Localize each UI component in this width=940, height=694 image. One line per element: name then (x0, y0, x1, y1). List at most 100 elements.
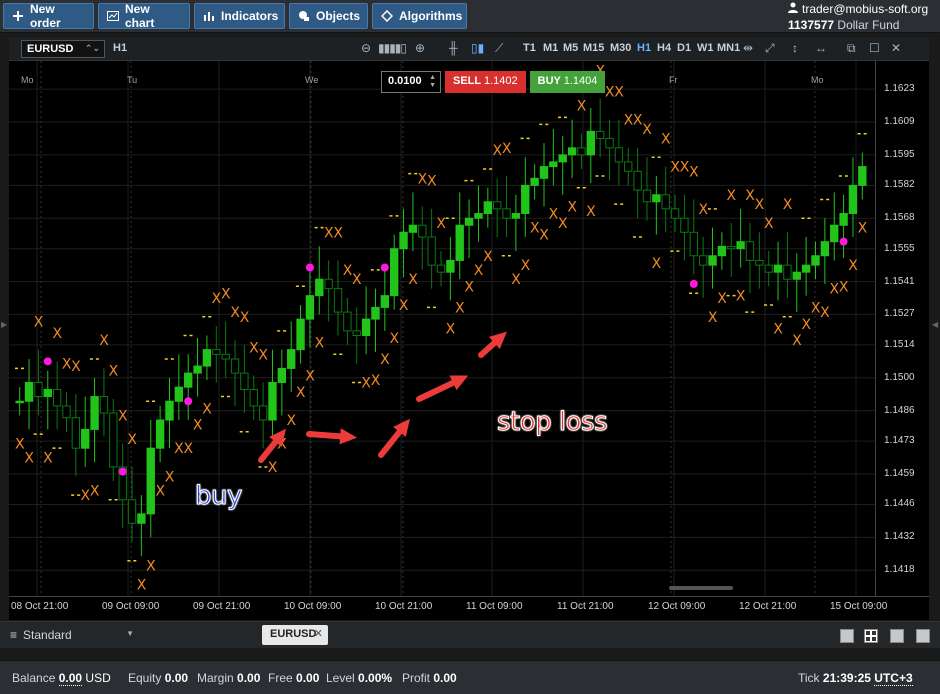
candle-body (436, 264, 446, 273)
close-tab-icon[interactable]: ✕ (314, 627, 323, 640)
sar-marker: X (521, 258, 531, 274)
new-chart-button[interactable]: New chart (98, 2, 190, 30)
chart-scrollbar[interactable] (669, 586, 733, 590)
account-number: 1137577 (788, 18, 835, 32)
sell-button[interactable]: SELL 1.1402 (445, 71, 526, 93)
sar-marker: X (165, 469, 175, 485)
layout-single-icon[interactable] (840, 629, 854, 643)
candle-type-icon[interactable]: ▯▮ (471, 41, 484, 55)
maximize-icon[interactable]: ☐ (869, 41, 880, 55)
candle-body (595, 130, 605, 139)
candlestick-chart[interactable]: XXXXXX XX XXXXXXXXXX XXXX XX XX XXXXXXX XXXX XXX… (9, 61, 875, 596)
bar-type-icon[interactable]: ╫ (449, 41, 458, 55)
close-chart-icon[interactable]: ✕ (891, 41, 901, 55)
chart-window: EURUSD ⌃⌄ H1 ⊖ ▮▮▮▮▯ ⊕ ╫ ▯▮ ⟋ T1 M1 M5 M15 M3… (9, 37, 929, 620)
vertical-line-icon[interactable]: ↕ (792, 41, 798, 55)
candle-body (109, 412, 118, 468)
account-statusbar: Balance 0.00 USD Equity 0.00 Margin 0.00… (0, 660, 940, 694)
algorithms-button[interactable]: Algorithms (372, 3, 467, 29)
sar-marker: X (446, 322, 456, 338)
zoom-out-icon[interactable]: ⊖ (361, 41, 371, 55)
sar-marker: X (783, 197, 793, 213)
candle-body (474, 213, 483, 219)
timeframe-mn1[interactable]: MN1 (717, 42, 740, 54)
sar-marker: X (371, 373, 381, 389)
candle-body (698, 255, 708, 266)
chart-plot-area[interactable]: XXXXXXXXXXXXXXXXXXXXXXXXXXXXXXXXXXXXXXXX… (9, 61, 875, 596)
price-tick-label: 1.1623 (884, 83, 915, 95)
candle-body (15, 400, 24, 404)
layout-grid-icon[interactable] (864, 629, 878, 643)
price-tick-label: 1.1527 (884, 308, 915, 320)
timeframe-m5[interactable]: M5 (563, 42, 578, 54)
account-email: trader@mobius-soft.org (802, 2, 929, 16)
timeframe-h4[interactable]: H4 (657, 42, 671, 54)
timeframe-t1[interactable]: T1 (523, 42, 536, 54)
chart-icon (107, 10, 119, 22)
objects-label: Objects (316, 9, 361, 23)
line-type-icon[interactable]: ⟋ (495, 41, 503, 56)
time-axis[interactable]: 08 Oct 21:00 09 Oct 09:00 09 Oct 21:00 10 O… (9, 596, 929, 620)
timeframe-d1[interactable]: D1 (677, 42, 691, 54)
sar-marker: X (333, 225, 343, 241)
sar-marker: X (801, 317, 811, 333)
symbol-select[interactable]: EURUSD ⌃⌄ (21, 40, 105, 58)
candle-body (324, 278, 333, 290)
account-info[interactable]: trader@mobius-soft.org 1137577 Dollar Fu… (788, 2, 934, 32)
trend-arrow-head (339, 428, 357, 445)
popout-icon[interactable]: ⧉ (847, 41, 856, 56)
layout-rows-icon[interactable] (916, 629, 930, 643)
layout-select[interactable]: ≡ Standard ▼ (0, 622, 252, 648)
candle-body (708, 255, 717, 266)
indicators-label: Indicators (221, 9, 279, 23)
chevron-down-icon: ▼ (126, 629, 134, 638)
objects-button[interactable]: Objects (289, 3, 368, 29)
timeframe-h1[interactable]: H1 (637, 42, 651, 54)
chart-tab-eurusd[interactable]: EURUSD ✕ (262, 625, 328, 645)
candle-body (315, 278, 324, 297)
candle-body (521, 184, 530, 215)
candle-body (146, 447, 155, 515)
candle-body (71, 417, 81, 449)
time-tick-label: 10 Oct 09:00 (284, 601, 342, 612)
candle-body (240, 372, 249, 391)
time-tick-label: 11 Oct 21:00 (557, 601, 614, 612)
timeframe-m15[interactable]: M15 (583, 42, 604, 54)
candle-body (633, 170, 642, 191)
candle-body (455, 224, 464, 261)
timeframe-m1[interactable]: M1 (543, 42, 558, 54)
crosshair-icon[interactable]: ⇹ (743, 41, 753, 55)
layout-columns-icon[interactable] (890, 629, 904, 643)
lot-size-input[interactable]: 0.0100 ▲ ▼ (381, 71, 441, 93)
equity-value: 0.00 (164, 671, 189, 685)
signal-dot (380, 263, 389, 272)
sar-marker: X (483, 249, 493, 265)
expand-icon[interactable]: ⤢ (765, 41, 775, 56)
price-tick-label: 1.1432 (884, 531, 915, 543)
right-panel-handle-icon[interactable]: ◀ (932, 320, 938, 334)
price-axis[interactable]: 1.1623 1.1609 1.1595 1.1582 1.1568 1.1555 1.15… (875, 61, 929, 596)
buy-button[interactable]: BUY 1.1404 (529, 71, 606, 93)
sar-marker: X (689, 164, 699, 180)
timezone-select[interactable]: UTC+3 (874, 671, 913, 686)
one-click-trade: 0.0100 ▲ ▼ SELL 1.1402 BUY 1.1404 (381, 71, 606, 93)
timeframe-m30[interactable]: M30 (610, 42, 631, 54)
left-panel-handle-icon[interactable]: ▶ (1, 320, 7, 334)
candle-body (792, 271, 801, 280)
free-label: Free (268, 671, 293, 685)
timeframe-w1[interactable]: W1 (697, 42, 714, 54)
zoom-in-icon[interactable]: ⊕ (415, 41, 425, 55)
level-label: Level (326, 671, 355, 685)
new-order-button[interactable]: New order (3, 2, 94, 30)
sar-marker: X (408, 272, 418, 288)
candle-body (577, 147, 586, 156)
horizontal-line-icon[interactable]: ↔ (815, 41, 827, 55)
tick-time: 21:39:25 (822, 671, 871, 685)
indicators-button[interactable]: Indicators (194, 3, 285, 29)
equity-label: Equity (128, 671, 162, 685)
day-label-tu: Tu (127, 75, 138, 85)
price-tick-label: 1.1486 (884, 404, 915, 416)
candle-body (811, 255, 820, 266)
zoom-slider-icon[interactable]: ▮▮▮▮▯ (378, 41, 407, 55)
spinner-icon[interactable]: ▲ ▼ (429, 74, 436, 90)
